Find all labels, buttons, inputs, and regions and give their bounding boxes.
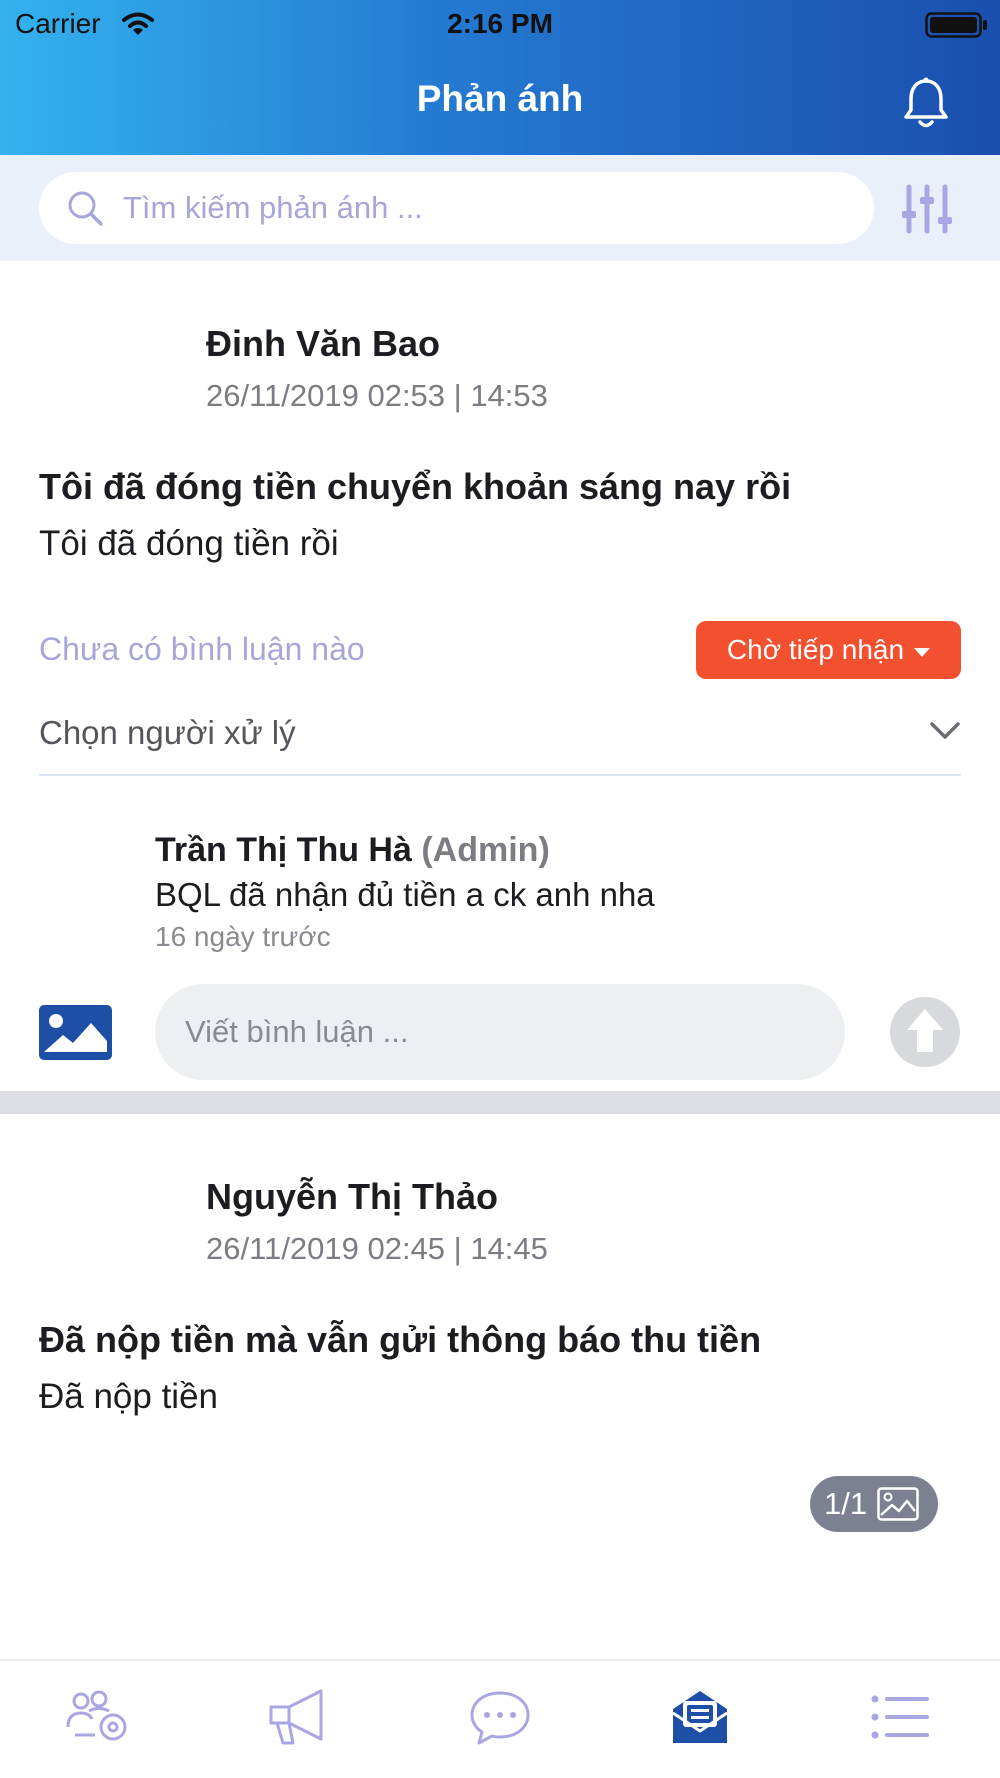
filter-sliders-icon[interactable] [900, 181, 954, 237]
feedback-datetime: 26/11/2019 02:53 | 14:53 [206, 378, 548, 413]
feedback-mail-icon [672, 1691, 728, 1743]
comment-author: Trần Thị Thu Hà (Admin) [155, 831, 550, 870]
image-count-badge[interactable]: 1/1 [810, 1476, 938, 1532]
comment-time: 16 ngày trước [155, 921, 331, 952]
comment-text: BQL đã nhận đủ tiền a ck anh nha [155, 876, 655, 913]
page-title: Phản ánh [416, 78, 584, 119]
feedback-author: Đinh Văn Bao [206, 323, 441, 364]
community-settings-icon [66, 1690, 127, 1741]
bell-icon[interactable] [900, 75, 952, 131]
comment-input[interactable] [155, 984, 845, 1080]
image-upload-icon[interactable] [39, 1005, 112, 1060]
caret-down-icon [914, 647, 931, 657]
search-input[interactable] [123, 184, 843, 232]
list-icon [871, 1695, 929, 1739]
feedback-body: Đã nộp tiền [39, 1377, 219, 1416]
search-bar-area [0, 155, 1000, 261]
tab-chat[interactable] [450, 1687, 550, 1751]
send-arrow-up-icon[interactable] [890, 997, 960, 1067]
assignee-select[interactable]: Chọn người xử lý [39, 696, 961, 776]
tab-announcements[interactable] [250, 1687, 350, 1751]
battery-icon [925, 12, 987, 38]
status-label: Chờ tiếp nhận [726, 634, 905, 665]
megaphone-icon [269, 1689, 323, 1745]
status-dropdown-button[interactable]: Chờ tiếp nhận [696, 621, 961, 679]
status-bar: Carrier 2:16 PM [0, 0, 1000, 50]
tab-feedback[interactable] [650, 1687, 750, 1751]
gallery-icon [877, 1487, 919, 1521]
no-comment-label: Chưa có bình luận nào [39, 631, 365, 667]
card-separator [0, 1091, 1000, 1114]
assignee-placeholder: Chọn người xử lý [39, 714, 296, 751]
feedback-card[interactable]: Đinh Văn Bao 26/11/2019 02:53 | 14:53 Tô… [0, 261, 1000, 1091]
search-icon [68, 191, 103, 226]
clock: 2:16 PM [447, 8, 553, 39]
bottom-tab-bar [0, 1659, 1000, 1778]
feedback-card[interactable]: Nguyễn Thị Thảo 26/11/2019 02:45 | 14:45… [0, 1114, 1000, 1659]
feedback-datetime: 26/11/2019 02:45 | 14:45 [206, 1231, 548, 1266]
feedback-author: Nguyễn Thị Thảo [206, 1176, 498, 1217]
search-box[interactable] [39, 172, 874, 244]
image-count: 1/1 [824, 1486, 868, 1521]
tab-community-settings[interactable] [50, 1687, 150, 1751]
tab-menu[interactable] [850, 1687, 950, 1751]
chat-bubble-icon [470, 1691, 530, 1745]
feedback-title: Tôi đã đóng tiền chuyển khoản sáng nay r… [39, 466, 792, 507]
feedback-title: Đã nộp tiền mà vẫn gửi thông báo thu tiề… [39, 1319, 762, 1360]
chevron-down-icon [930, 722, 960, 739]
comment-author-name: Trần Thị Thu Hà [155, 831, 412, 869]
feedback-body: Tôi đã đóng tiền rồi [39, 524, 339, 563]
comment-author-role: (Admin) [421, 831, 550, 869]
app-header: Carrier 2:16 PM Phản ánh [0, 0, 1000, 155]
